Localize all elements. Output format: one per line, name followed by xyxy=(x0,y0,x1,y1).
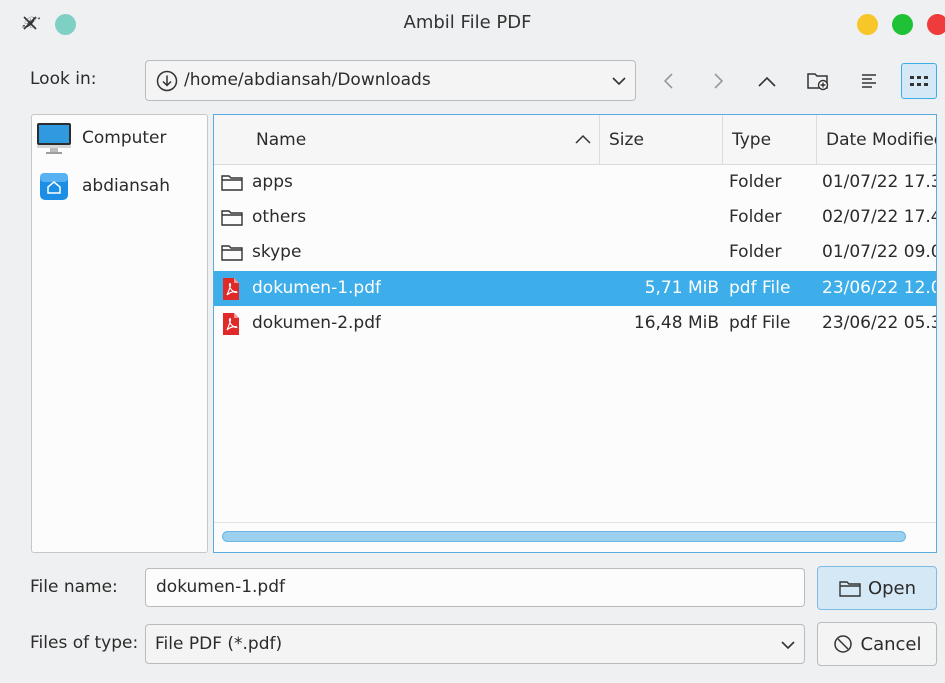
file-name: dokumen-2.pdf xyxy=(252,313,382,333)
parent-folder-button[interactable] xyxy=(749,63,785,99)
minimize-button[interactable] xyxy=(857,14,878,35)
column-separator[interactable] xyxy=(599,115,600,164)
divider xyxy=(214,522,936,523)
column-header-type[interactable]: Type xyxy=(732,115,771,164)
file-date: 01/07/22 17.39 xyxy=(822,172,936,192)
up-arrow-icon xyxy=(758,76,776,87)
back-arrow-icon xyxy=(663,73,673,89)
download-icon xyxy=(156,70,178,92)
look-in-combo[interactable]: /home/abdiansah/Downloads xyxy=(145,60,636,101)
grid-view-icon xyxy=(910,76,928,86)
column-header-date[interactable]: Date Modified xyxy=(826,115,936,164)
place-home[interactable]: abdiansah xyxy=(36,168,170,204)
file-size xyxy=(609,165,719,200)
file-row[interactable]: dokumen-2.pdf 16,48 MiB pdf File 23/06/2… xyxy=(214,306,936,341)
file-name: apps xyxy=(252,172,293,192)
file-row[interactable]: apps Folder 01/07/22 17.39 xyxy=(214,165,936,200)
new-folder-button[interactable] xyxy=(800,63,836,99)
column-separator[interactable] xyxy=(722,115,723,164)
column-separator[interactable] xyxy=(816,115,817,164)
detail-view-button[interactable] xyxy=(852,63,888,99)
sort-ascending-icon[interactable] xyxy=(575,134,591,144)
pdf-icon xyxy=(221,277,241,301)
files-of-type-combo[interactable]: File PDF (*.pdf) xyxy=(145,624,805,664)
home-folder-icon xyxy=(36,168,72,204)
list-view-icon xyxy=(862,74,876,88)
cancel-button-label: Cancel xyxy=(860,633,922,655)
places-sidebar: Computer abdiansah xyxy=(31,114,208,553)
file-row[interactable]: skype Folder 01/07/22 09.02 xyxy=(214,235,936,270)
cancel-button[interactable]: Cancel xyxy=(817,622,937,666)
look-in-path: /home/abdiansah/Downloads xyxy=(184,70,431,90)
chevron-down-icon xyxy=(781,640,795,650)
cancel-icon xyxy=(833,635,852,653)
folder-open-icon xyxy=(839,581,861,597)
place-computer-label: Computer xyxy=(82,128,167,148)
open-button-label: Open xyxy=(867,577,917,599)
file-list-header: Name Size Type Date Modified xyxy=(214,115,936,165)
file-size: 16,48 MiB xyxy=(633,313,719,333)
file-name: others xyxy=(252,207,307,227)
column-header-size[interactable]: Size xyxy=(609,115,644,164)
file-type: Folder xyxy=(729,207,782,227)
file-date: 02/07/22 17.48 xyxy=(822,207,936,227)
file-name-input[interactable]: dokumen-1.pdf xyxy=(145,568,805,607)
place-computer[interactable]: Computer xyxy=(36,120,167,156)
file-name-value: dokumen-1.pdf xyxy=(156,577,286,597)
folder-icon xyxy=(220,172,244,194)
file-date: 23/06/22 05.34 xyxy=(822,313,936,333)
maximize-button[interactable] xyxy=(892,14,913,35)
window-title: Ambil File PDF xyxy=(403,12,532,33)
pdf-icon xyxy=(221,312,241,336)
file-date: 01/07/22 09.02 xyxy=(822,242,936,262)
files-of-type-label: Files of type: xyxy=(30,633,139,653)
forward-arrow-icon xyxy=(714,73,724,89)
file-type: Folder xyxy=(729,172,782,192)
file-row[interactable]: others Folder 02/07/22 17.48 xyxy=(214,200,936,235)
file-name: dokumen-1.pdf xyxy=(252,278,382,298)
icon-view-button[interactable] xyxy=(901,63,937,99)
chevron-down-icon xyxy=(612,76,626,86)
file-size xyxy=(609,235,719,270)
file-name-label: File name: xyxy=(30,577,118,597)
file-type: pdf File xyxy=(729,313,791,333)
files-of-type-value: File PDF (*.pdf) xyxy=(155,634,283,654)
file-size xyxy=(609,200,719,235)
new-folder-icon xyxy=(807,73,829,91)
file-name: skype xyxy=(252,242,302,262)
close-button[interactable] xyxy=(927,14,945,35)
file-date: 23/06/22 12.04 xyxy=(822,278,936,298)
file-type: pdf File xyxy=(729,278,791,298)
file-row-selected[interactable]: dokumen-1.pdf 5,71 MiB pdf File 23/06/22… xyxy=(214,271,936,306)
title-bar: 𝒳 Ambil File PDF xyxy=(0,0,945,46)
back-button[interactable] xyxy=(651,63,687,99)
place-home-label: abdiansah xyxy=(82,176,170,196)
open-button[interactable]: Open xyxy=(817,566,937,610)
file-list-view[interactable]: Name Size Type Date Modified apps Folder… xyxy=(213,114,937,553)
file-size: 5,71 MiB xyxy=(644,278,719,298)
look-in-label: Look in: xyxy=(30,69,97,89)
folder-icon xyxy=(220,207,244,229)
folder-icon xyxy=(220,242,244,264)
file-type: Folder xyxy=(729,242,782,262)
horizontal-scrollbar[interactable] xyxy=(222,531,906,542)
computer-icon xyxy=(36,120,72,156)
column-header-name[interactable]: Name xyxy=(256,115,306,164)
forward-button[interactable] xyxy=(700,63,736,99)
